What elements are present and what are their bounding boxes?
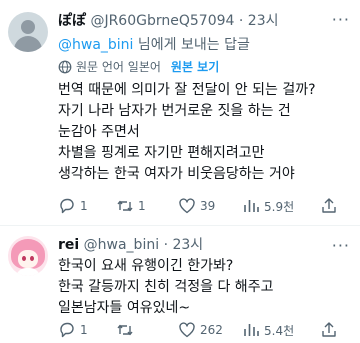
like-count: 262 [200,323,223,337]
default-avatar-head [21,20,35,34]
like-icon [179,198,195,214]
avatar-eye [22,256,26,261]
share-icon [322,198,336,213]
tweet-header: ぽぽ @JR60GbrneQ57094 · 23시 [58,12,278,30]
reply-context: @hwa_bini 님에게 보내는 답글 [58,36,250,54]
retweet-icon [117,324,133,336]
avatar-body [16,268,40,276]
reply-icon [60,198,74,214]
display-name[interactable]: rei [58,237,79,253]
timestamp[interactable]: 23시 [248,13,279,29]
retweet-count: 1 [138,199,146,213]
share-button[interactable] [320,320,338,340]
retweet-button[interactable]: 1 [116,196,146,216]
separator-dot: · [238,13,244,29]
retweet-icon [117,200,133,212]
like-button[interactable]: 39 [178,196,215,216]
translation-notice: 원문 언어 일본어 원본 보기 [58,59,219,75]
show-original-link[interactable]: 원본 보기 [171,60,219,74]
action-bar: 1 1 39 5.9천 [58,196,348,216]
avatar[interactable] [8,236,48,276]
user-handle[interactable]: @hwa_bini [84,237,159,253]
tweet[interactable]: rei @hwa_bini · 23시 ··· 한국이 요새 유행이긴 한가봐?… [0,226,360,343]
more-icon[interactable]: ··· [332,10,350,29]
share-icon [322,322,336,337]
avatar[interactable] [8,12,48,52]
reply-button[interactable]: 1 [58,320,88,340]
reply-icon [60,322,74,338]
more-icon[interactable]: ··· [332,236,350,255]
views-button[interactable]: 5.4천 [242,320,294,340]
retweet-button[interactable] [116,320,138,340]
avatar-eye [30,256,34,261]
tweet[interactable]: ぽぽ @JR60GbrneQ57094 · 23시 ··· @hwa_bini … [0,0,360,226]
tweet-header: rei @hwa_bini · 23시 [58,236,203,254]
separator-dot: · [163,237,169,253]
reply-context-suffix: 님에게 보내는 답글 [133,37,250,53]
avatar-face [18,250,38,268]
mention-link[interactable]: @hwa_bini [58,37,133,53]
translation-source-label: 원문 언어 일본어 [76,60,161,74]
globe-icon [58,60,72,74]
view-count: 5.9천 [264,199,295,214]
views-button[interactable]: 5.9천 [242,196,294,216]
reply-count: 1 [80,323,88,337]
action-bar: 1 262 5.4천 [58,320,348,340]
like-icon [179,322,195,338]
user-handle[interactable]: @JR60GbrneQ57094 [90,13,234,29]
views-icon [244,324,259,336]
like-count: 39 [200,199,216,213]
share-button[interactable] [320,196,338,216]
reply-button[interactable]: 1 [58,196,88,216]
timestamp[interactable]: 23시 [172,237,203,253]
display-name[interactable]: ぽぽ [58,13,86,29]
tweet-text: 번역 때문에 의미가 잘 전달이 안 되는 걸까? 자기 나라 남자가 번거로운… [58,82,316,182]
like-button[interactable]: 262 [178,320,223,340]
view-count: 5.4천 [264,323,295,338]
tweet-text: 한국이 요새 유행이긴 한가봐? 한국 갈등까지 친히 걱정을 다 해주고 일본… [58,258,274,316]
views-icon [244,200,259,212]
default-avatar-body [14,36,42,52]
reply-count: 1 [80,199,88,213]
